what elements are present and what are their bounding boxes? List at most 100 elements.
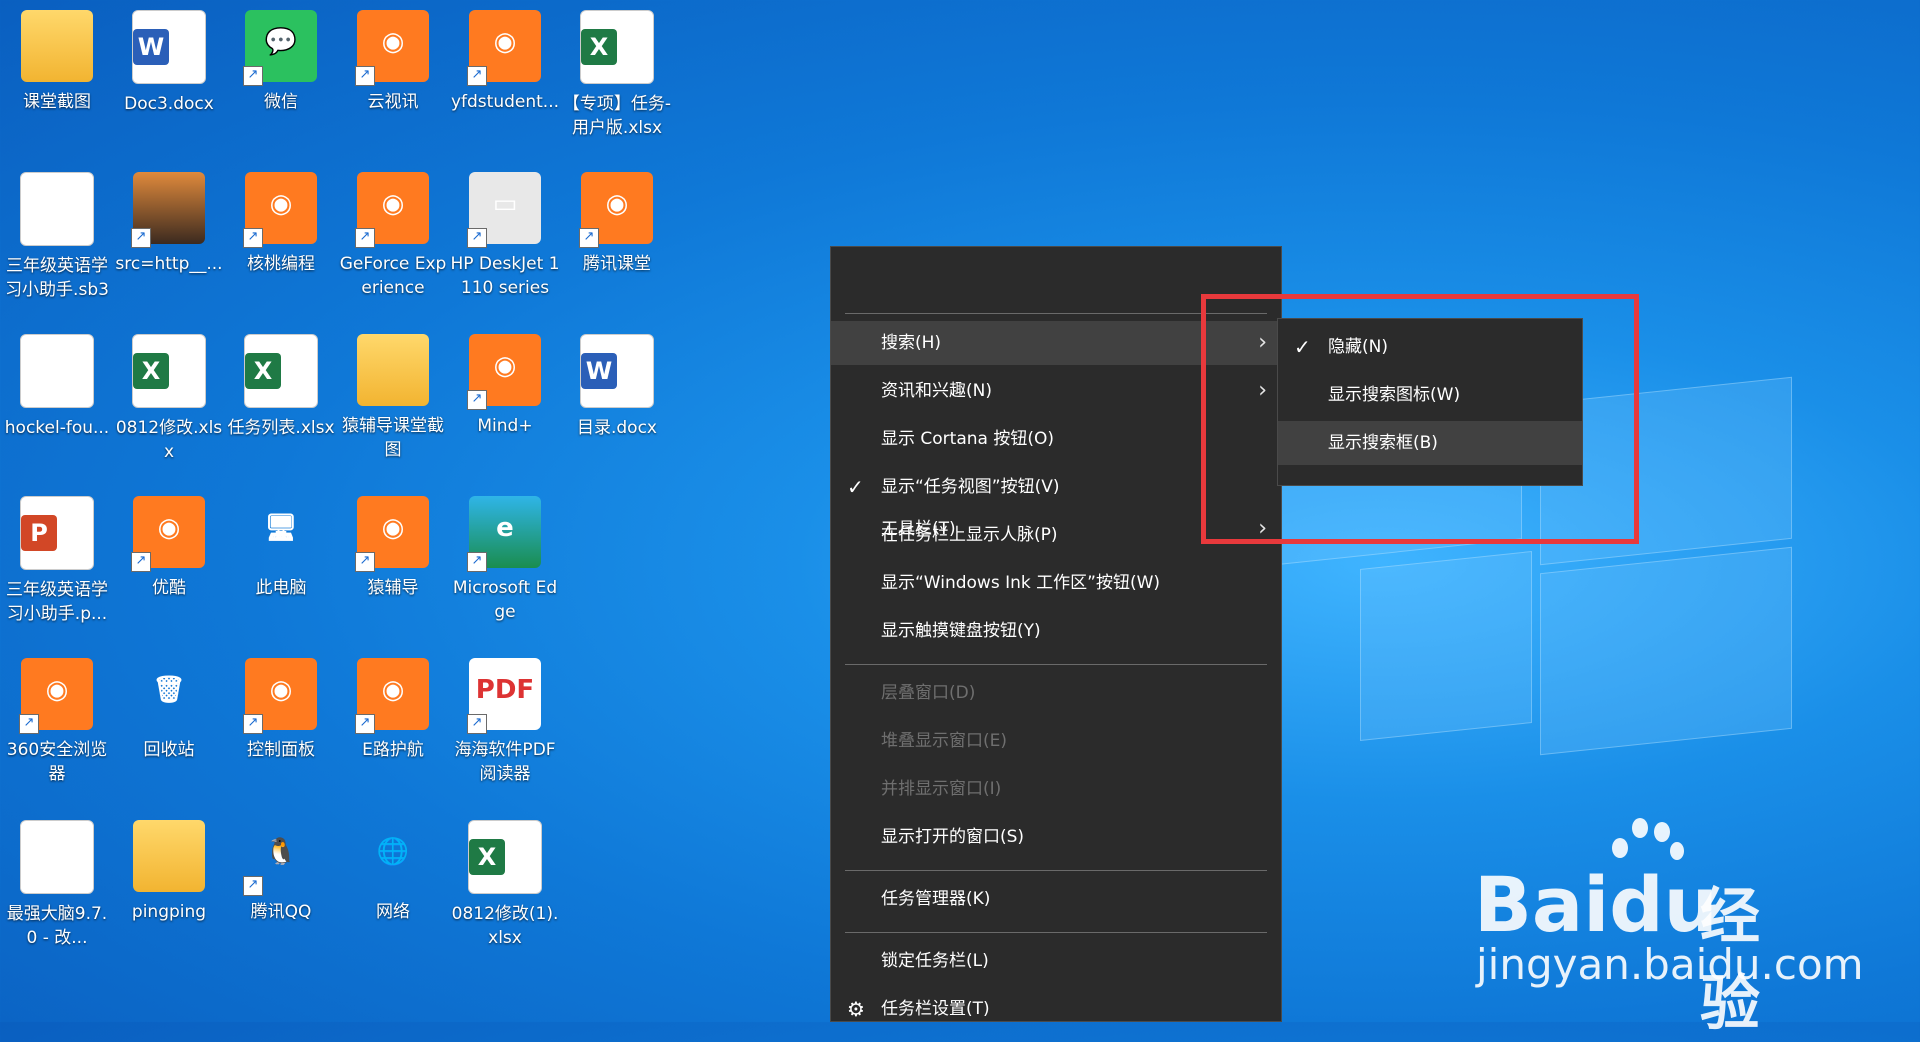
desktop-icon[interactable]: 🖥 此电脑 (226, 496, 336, 600)
shortcut-arrow-icon: ↗ (579, 228, 599, 248)
excel-icon: X (132, 334, 206, 408)
menu-item-show-desktop[interactable]: 显示打开的窗口(S) (831, 815, 1281, 859)
desktop-icon[interactable]: X 0812修改(1).xlsx (450, 820, 560, 950)
menu-separator (845, 664, 1267, 665)
shortcut-arrow-icon: ↗ (467, 390, 487, 410)
excel-icon: X (244, 334, 318, 408)
app-icon: ◉ ↗ (243, 658, 317, 734)
menu-item-cascade: 层叠窗口(D) (881, 683, 976, 703)
desktop-icon-label: hockel-fou... (4, 418, 110, 438)
desktop-icon[interactable]: pingping (114, 820, 224, 924)
desktop-icon[interactable]: ◉ ↗ yfdstudent... (450, 10, 560, 114)
doc-icon (20, 820, 94, 894)
desktop-icon-label: 任务列表.xlsx (227, 418, 335, 438)
network-icon: 🌐 (376, 837, 410, 867)
desktop-icon[interactable]: ◉ ↗ 核桃编程 (226, 172, 336, 276)
desktop-icon-label: 0812修改(1).xlsx (451, 904, 559, 948)
wechat-icon: 💬 ↗ (243, 10, 317, 86)
desktop-icon-label: GeForce Experience (339, 254, 447, 298)
shortcut-arrow-icon: ↗ (355, 552, 375, 572)
desktop-icon[interactable]: 最强大脑9.7.0 - 改... (2, 820, 112, 950)
desktop-icon[interactable]: ◉ ↗ GeForce Experience (338, 172, 448, 300)
app-icon: ◉ ↗ (355, 496, 429, 572)
desktop-icon-label: src=http__... (115, 254, 223, 274)
menu-item-task-manager[interactable]: 任务管理器(K) (831, 877, 1281, 921)
folder-icon (133, 820, 205, 892)
desktop-icon[interactable]: hockel-fou... (2, 334, 112, 440)
desktop-icon-label: 网络 (376, 902, 410, 922)
folder-icon (357, 334, 429, 406)
desktop-icon-label: 腾讯课堂 (583, 254, 651, 274)
shortcut-arrow-icon: ↗ (467, 66, 487, 86)
desktop-icon[interactable]: ◉ ↗ 云视讯 (338, 10, 448, 114)
desktop-icon[interactable]: ◉ ↗ 优酷 (114, 496, 224, 600)
watermark-url: jingyan.baidu.com (1476, 940, 1864, 989)
desktop-icon-label: Microsoft Edge (452, 578, 558, 622)
excel-icon: X (468, 820, 542, 894)
app-icon: ◉ ↗ (131, 496, 205, 572)
desktop-icon-label: 控制面板 (247, 740, 315, 760)
menu-item-windows-ink[interactable]: 显示“Windows Ink 工作区”按钮(W) (831, 561, 1281, 605)
ppt-icon: P (20, 496, 94, 570)
shortcut-arrow-icon: ↗ (243, 876, 263, 896)
shortcut-arrow-icon: ↗ (467, 714, 487, 734)
desktop-icon[interactable]: W 目录.docx (562, 334, 672, 440)
menu-item-lock-taskbar[interactable]: 锁定任务栏(L) (831, 939, 1281, 983)
printer-icon: ▭ ↗ (467, 172, 541, 248)
desktop-icon[interactable]: P 三年级英语学习小助手.p... (2, 496, 112, 626)
desktop-icon[interactable]: ◉ ↗ E路护航 (338, 658, 448, 762)
desktop-icon[interactable]: X 【专项】任务-用户版.xlsx (562, 10, 672, 140)
desktop-icon[interactable]: ◉ ↗ Mind+ (450, 334, 560, 438)
shortcut-arrow-icon: ↗ (355, 714, 375, 734)
shortcut-arrow-icon: ↗ (355, 228, 375, 248)
desktop-icon-label: 微信 (264, 92, 298, 112)
desktop-icon[interactable]: ◉ ↗ 腾讯课堂 (562, 172, 672, 276)
desktop-icon[interactable]: ◉ ↗ 360安全浏览器 (2, 658, 112, 786)
desktop-icon[interactable]: X 0812修改.xlsx (114, 334, 224, 464)
pdf-icon: PDF ↗ (467, 658, 541, 734)
shortcut-arrow-icon: ↗ (467, 228, 487, 248)
desktop-icon-label: 三年级英语学习小助手.p... (6, 580, 108, 624)
image-icon: ↗ (131, 172, 205, 248)
desktop-icon-label: 【专项】任务-用户版.xlsx (562, 94, 672, 138)
desktop-icon[interactable]: ↗ src=http__... (114, 172, 224, 276)
menu-item-touch-keyboard[interactable]: 显示触摸键盘按钮(Y) (831, 609, 1281, 653)
desktop-icon-label: Doc3.docx (124, 94, 214, 114)
desktop-icon-label: 核桃编程 (247, 254, 315, 274)
desktop-icon[interactable]: X 任务列表.xlsx (226, 334, 336, 440)
shortcut-arrow-icon: ↗ (243, 228, 263, 248)
shortcut-arrow-icon: ↗ (243, 714, 263, 734)
watermark-brand: Bai (1474, 860, 1610, 949)
desktop-icon-label: 最强大脑9.7.0 - 改... (6, 904, 108, 948)
desktop-icon[interactable]: W Doc3.docx (114, 10, 224, 116)
desktop-icon-label: 三年级英语学习小助手.sb3 (5, 256, 109, 300)
desktop-icon[interactable]: ◉ ↗ 猿辅导 (338, 496, 448, 600)
desktop-icon[interactable]: 猿辅导课堂截图 (338, 334, 448, 462)
desktop-icon[interactable]: 三年级英语学习小助手.sb3 (2, 172, 112, 302)
desktop-icon[interactable]: PDF ↗ 海海软件PDF阅读器 (450, 658, 560, 786)
annotation-highlight-box (1201, 294, 1639, 544)
folder-icon (21, 10, 93, 82)
app-icon: ◉ ↗ (467, 10, 541, 86)
qq-icon: 🐧 ↗ (243, 820, 317, 896)
desktop-icon[interactable]: e ↗ Microsoft Edge (450, 496, 560, 624)
desktop-icon[interactable]: 💬 ↗ 微信 (226, 10, 336, 114)
app-icon: ◉ ↗ (355, 10, 429, 86)
desktop-icon[interactable]: 🌐 网络 (338, 820, 448, 924)
desktop-icon[interactable]: ▭ ↗ HP DeskJet 1110 series (450, 172, 560, 300)
desktop-icon[interactable]: 课堂截图 (2, 10, 112, 114)
desktop-icon[interactable]: 🐧 ↗ 腾讯QQ (226, 820, 336, 924)
desktop-icon-label: 此电脑 (255, 578, 307, 598)
desktop-icon[interactable]: 🗑 回收站 (114, 658, 224, 762)
shortcut-arrow-icon: ↗ (243, 66, 263, 86)
desktop-icon-label: HP DeskJet 1110 series (450, 254, 560, 298)
doc-icon (20, 172, 94, 246)
menu-separator (845, 870, 1267, 871)
app-icon: ◉ ↗ (355, 172, 429, 248)
gear-icon: ⚙ (847, 997, 865, 1021)
desktop-icon-label: 腾讯QQ (250, 902, 312, 922)
menu-item-taskbar-settings[interactable]: ⚙ 任务栏设置(T) (831, 987, 1281, 1031)
app-icon: ◉ ↗ (579, 172, 653, 248)
check-icon: ✓ (847, 475, 864, 499)
desktop-icon[interactable]: ◉ ↗ 控制面板 (226, 658, 336, 762)
